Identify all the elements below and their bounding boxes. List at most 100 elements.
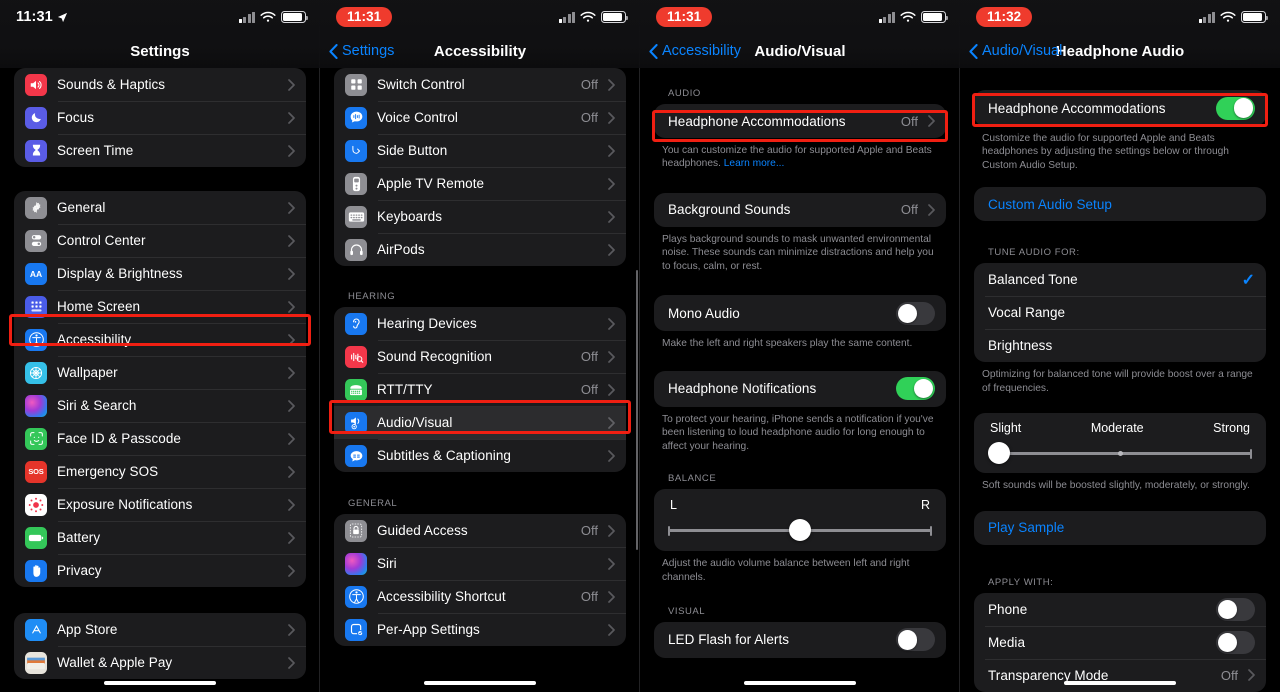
row-headphone-notifications[interactable]: Headphone Notifications (654, 371, 946, 407)
row-control-center[interactable]: Control Center (14, 224, 306, 257)
row-wallet-apple-pay[interactable]: Wallet & Apple Pay (14, 646, 306, 679)
settings-scroll[interactable]: Sounds & Haptics Focus Screen Time Gener… (0, 0, 320, 692)
row-sounds-haptics[interactable]: Sounds & Haptics (14, 68, 306, 101)
wallet-icon (25, 651, 47, 674)
chevron-left-icon (329, 43, 338, 59)
row-vocal-range[interactable]: Vocal Range (974, 296, 1266, 329)
led-flash-toggle[interactable] (896, 628, 935, 652)
group-balance: L R (654, 489, 946, 552)
audio-visual-scroll[interactable]: AUDIO Headphone Accommodations Off You c… (640, 0, 960, 692)
strength-slider-knob[interactable] (988, 442, 1010, 465)
row-screen-time[interactable]: Screen Time (14, 134, 306, 167)
headphone-accommodations-toggle[interactable] (1216, 96, 1255, 120)
strength-slider[interactable]: Slight Moderate Strong (974, 413, 1266, 473)
row-balanced-tone[interactable]: Balanced Tone ✓ (974, 263, 1266, 296)
accessibility-group-hearing: Hearing Devices Sound Recognition Off RT… (334, 307, 626, 472)
strength-track[interactable] (988, 442, 1252, 465)
row-side-button[interactable]: Side Button (334, 134, 626, 167)
footnote-headphone-notifications: To protect your hearing, iPhone sends a … (662, 413, 934, 452)
audio-visual-icon (345, 411, 367, 434)
row-label: Wallpaper (57, 365, 118, 380)
row-custom-audio-setup[interactable]: Custom Audio Setup (974, 187, 1266, 221)
sos-icon: SOS (25, 460, 47, 483)
section-header-hearing: HEARING (348, 291, 396, 302)
row-display-brightness[interactable]: AA Display & Brightness (14, 257, 306, 290)
back-label: Audio/Visual (982, 43, 1063, 59)
row-app-store[interactable]: App Store (14, 613, 306, 646)
guided-access-icon (345, 519, 367, 542)
row-switch-control[interactable]: Switch Control Off (334, 68, 626, 101)
chevron-right-icon (608, 78, 615, 91)
row-label: Privacy (57, 563, 102, 578)
phone-toggle[interactable] (1216, 597, 1255, 621)
exposure-notifications-icon (25, 493, 47, 516)
row-led-flash-for-alerts[interactable]: LED Flash for Alerts (654, 622, 946, 658)
row-phone[interactable]: Phone (974, 593, 1266, 626)
row-mono-audio[interactable]: Mono Audio (654, 295, 946, 331)
accessibility-scroll[interactable]: Switch Control Off Voice Control Off Sid… (320, 0, 640, 692)
section-header-general: GENERAL (348, 498, 398, 509)
row-headphone-accommodations[interactable]: Headphone Accommodations Off (654, 104, 946, 138)
headphone-notifications-toggle[interactable] (896, 377, 935, 401)
row-transparency-mode[interactable]: Transparency Mode Off (974, 658, 1266, 692)
row-brightness[interactable]: Brightness (974, 329, 1266, 362)
row-siri[interactable]: Siri (334, 547, 626, 580)
learn-more-link[interactable]: Learn more... (724, 158, 785, 169)
panel-settings: Sounds & Haptics Focus Screen Time Gener… (0, 0, 320, 692)
hearing-devices-icon (345, 312, 367, 335)
cellular-signal-icon (558, 11, 575, 23)
chevron-right-icon (608, 243, 615, 256)
row-audio-visual[interactable]: Audio/Visual (334, 406, 626, 439)
row-emergency-sos[interactable]: SOS Emergency SOS (14, 455, 306, 488)
row-guided-access[interactable]: Guided Access Off (334, 514, 626, 547)
row-focus[interactable]: Focus (14, 101, 306, 134)
row-keyboards[interactable]: Keyboards (334, 200, 626, 233)
row-airpods[interactable]: AirPods (334, 233, 626, 266)
row-rtt-tty[interactable]: RTT/TTY Off (334, 373, 626, 406)
back-button[interactable]: Accessibility (649, 34, 741, 68)
row-privacy[interactable]: Privacy (14, 554, 306, 587)
mono-audio-toggle[interactable] (896, 301, 935, 325)
chevron-right-icon (288, 623, 295, 636)
scrollbar-indicator[interactable] (635, 270, 638, 550)
row-media[interactable]: Media (974, 625, 1266, 659)
wifi-icon (580, 11, 596, 22)
group-mono-audio: Mono Audio (654, 295, 946, 332)
chevron-right-icon (608, 383, 615, 396)
row-home-screen[interactable]: Home Screen (14, 290, 306, 323)
row-subtitles-captioning[interactable]: Subtitles & Captioning (334, 439, 626, 472)
media-toggle[interactable] (1216, 630, 1255, 654)
row-per-app-settings[interactable]: Per-App Settings (334, 613, 626, 646)
row-sound-recognition[interactable]: Sound Recognition Off (334, 340, 626, 373)
chevron-right-icon (288, 201, 295, 214)
row-background-sounds[interactable]: Background Sounds Off (654, 193, 946, 227)
row-general[interactable]: General (14, 191, 306, 224)
row-face-id-passcode[interactable]: Face ID & Passcode (14, 422, 306, 455)
row-battery[interactable]: Battery (14, 521, 306, 554)
row-voice-control[interactable]: Voice Control Off (334, 101, 626, 134)
row-label: Home Screen (57, 299, 141, 314)
status-icons (238, 11, 308, 23)
balance-slider-knob[interactable] (789, 519, 811, 542)
row-accessibility[interactable]: Accessibility (14, 323, 306, 356)
row-value: Off (580, 589, 598, 604)
row-label: LED Flash for Alerts (668, 632, 790, 648)
chevron-right-icon (288, 78, 295, 91)
back-button[interactable]: Audio/Visual (969, 34, 1062, 68)
row-play-sample[interactable]: Play Sample (974, 511, 1266, 545)
battery-status-icon (921, 11, 948, 23)
row-label: Screen Time (57, 143, 134, 158)
row-exposure-notifications[interactable]: Exposure Notifications (14, 488, 306, 521)
row-siri-search[interactable]: Siri & Search (14, 389, 306, 422)
row-label: General (57, 200, 106, 215)
headphone-audio-scroll[interactable]: Headphone Accommodations Customize the a… (960, 0, 1280, 692)
row-headphone-accommodations[interactable]: Headphone Accommodations (974, 90, 1266, 126)
balance-track[interactable] (668, 519, 932, 542)
airpods-icon (345, 238, 367, 261)
row-apple-tv-remote[interactable]: Apple TV Remote (334, 167, 626, 200)
balance-slider[interactable]: L R (654, 489, 946, 551)
row-accessibility-shortcut[interactable]: Accessibility Shortcut Off (334, 580, 626, 613)
row-wallpaper[interactable]: Wallpaper (14, 356, 306, 389)
row-hearing-devices[interactable]: Hearing Devices (334, 307, 626, 340)
back-button[interactable]: Settings (329, 34, 394, 68)
